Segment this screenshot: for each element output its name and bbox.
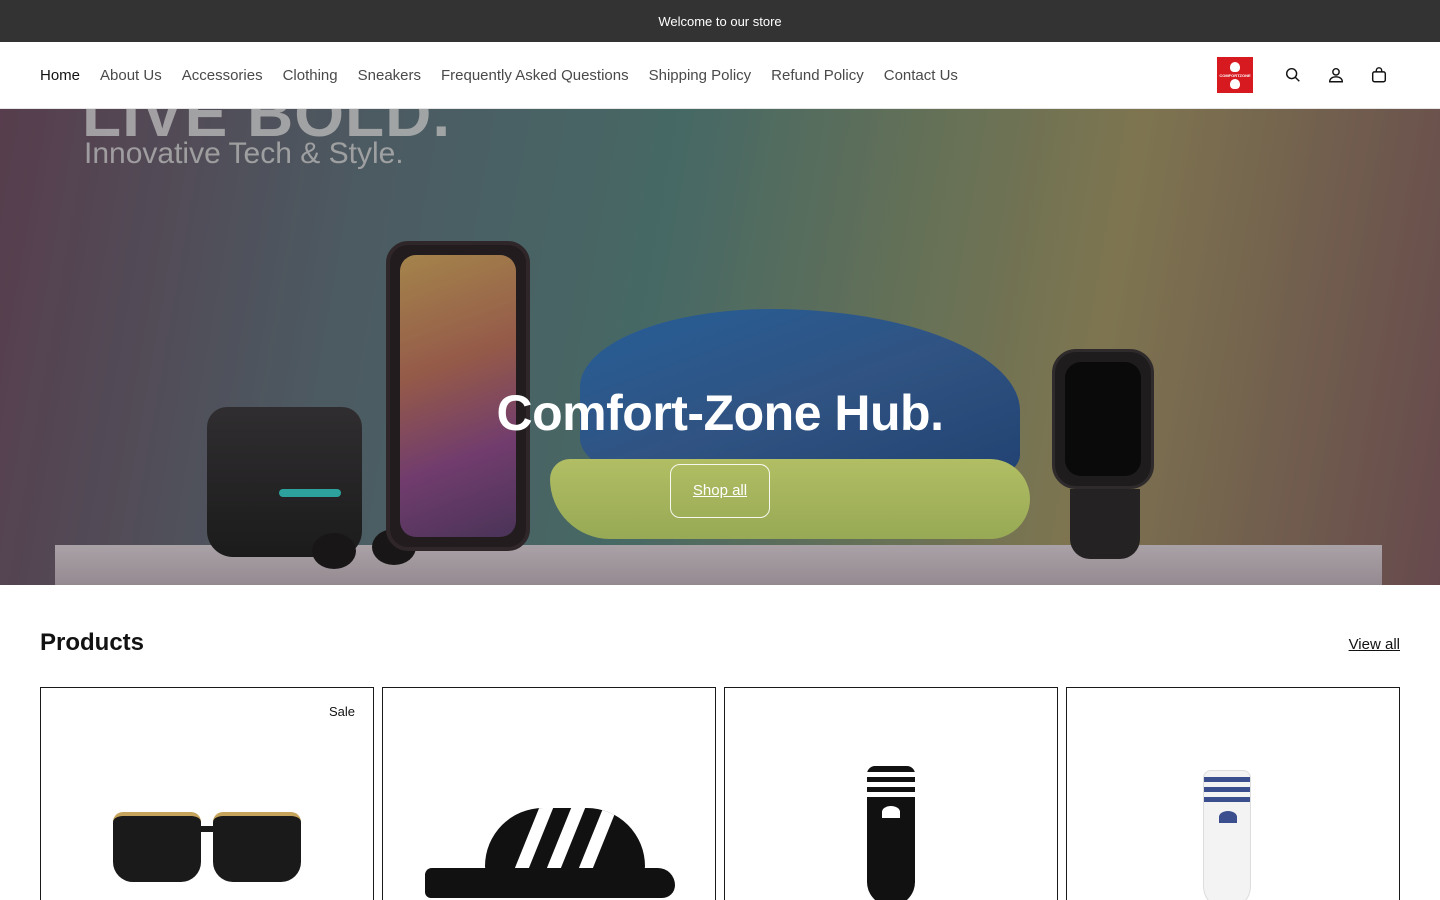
sunglasses-image (113, 812, 303, 900)
product-card[interactable] (382, 687, 716, 900)
cart-button[interactable] (1357, 55, 1400, 95)
white-socks-image (1195, 770, 1285, 900)
product-grid: Sale (40, 687, 1400, 900)
nav-item-sneakers[interactable]: Sneakers (358, 67, 421, 84)
product-card[interactable] (724, 687, 1058, 900)
sale-badge: Sale (328, 704, 355, 719)
nav-item-faq[interactable]: Frequently Asked Questions (441, 67, 629, 84)
logo-text: COMFORTZONE (1219, 72, 1251, 78)
nav-item-clothing[interactable]: Clothing (283, 67, 338, 84)
nav-item-refund-policy[interactable]: Refund Policy (771, 67, 864, 84)
announcement-bar: Welcome to our store (0, 0, 1440, 42)
account-icon (1328, 67, 1343, 83)
nav-item-contact-us[interactable]: Contact Us (884, 67, 958, 84)
nav-item-home[interactable]: Home (40, 67, 80, 84)
nav-item-shipping-policy[interactable]: Shipping Policy (649, 67, 752, 84)
footprint-icon (1230, 61, 1240, 72)
site-header: Home About Us Accessories Clothing Sneak… (0, 42, 1440, 109)
announcement-text: Welcome to our store (658, 13, 782, 29)
cart-icon (1371, 67, 1386, 83)
search-button[interactable] (1271, 55, 1314, 95)
hero-content: Comfort-Zone Hub. Shop all (0, 384, 1440, 518)
black-socks-image (861, 766, 951, 900)
footprint-icon (1230, 78, 1240, 89)
nav-item-accessories[interactable]: Accessories (182, 67, 263, 84)
shop-all-button[interactable]: Shop all (670, 464, 770, 518)
store-logo[interactable]: COMFORTZONE (1217, 57, 1253, 93)
view-all-link[interactable]: View all (1349, 636, 1400, 653)
products-section: Products View all Sale (0, 585, 1440, 900)
hero-title: Comfort-Zone Hub. (496, 385, 944, 441)
account-button[interactable] (1314, 55, 1357, 95)
search-icon (1285, 67, 1300, 82)
products-header: Products View all (40, 629, 1400, 657)
hero-banner: LIVE BOLD. Innovative Tech & Style. Comf… (0, 109, 1440, 585)
products-title: Products (40, 629, 145, 656)
nav-item-about-us[interactable]: About Us (100, 67, 162, 84)
product-card[interactable] (1066, 687, 1400, 900)
main-nav: Home About Us Accessories Clothing Sneak… (40, 67, 958, 84)
header-actions: COMFORTZONE (1217, 55, 1400, 95)
product-card[interactable]: Sale (40, 687, 374, 900)
slide-sandal-image (425, 808, 675, 898)
